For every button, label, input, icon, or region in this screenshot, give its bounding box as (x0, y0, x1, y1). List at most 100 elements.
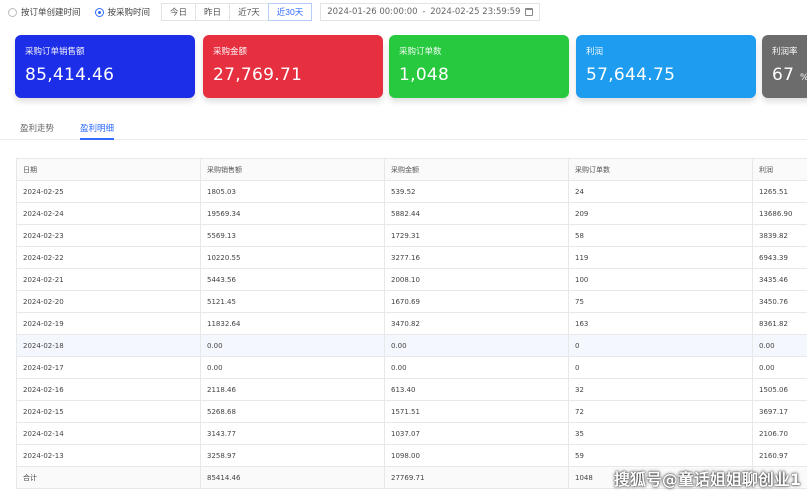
radio-label: 按采购时间 (107, 8, 151, 18)
cell-order-count: 58 (568, 224, 753, 247)
cell-order-count: 119 (568, 246, 753, 269)
kpi-value: 57,644.75 (586, 65, 676, 85)
kpi-label: 采购订单销售额 (25, 47, 85, 57)
range-yesterday-button[interactable]: 昨日 (195, 3, 231, 21)
table-row: 2024-02-17 0.00 0.00 0 0.00 (16, 356, 807, 379)
cell-date: 2024-02-24 (16, 202, 201, 225)
cell-sales: 2118.46 (200, 378, 385, 401)
cell-sales: 5121.45 (200, 290, 385, 313)
footer-label: 合计 (16, 466, 201, 489)
cell-profit: 0.00 (752, 334, 807, 357)
cell-profit: 1265.51 (752, 180, 807, 203)
table-row: 2024-02-25 1805.03 539.52 24 1265.51 (16, 180, 807, 203)
cell-order-count: 72 (568, 400, 753, 423)
cell-profit: 2106.70 (752, 422, 807, 445)
kpi-number: 67 (772, 65, 795, 85)
tab-profit-trend[interactable]: 盈利走势 (20, 118, 54, 139)
kpi-card-sales: 采购订单销售额 85,414.46 (15, 35, 195, 98)
cell-sales: 5268.68 (200, 400, 385, 423)
cell-purchase-amount: 1571.51 (384, 400, 569, 423)
table-row: 2024-02-13 3258.97 1098.00 59 2160.97 (16, 444, 807, 467)
tab-profit-detail[interactable]: 盈利明细 (80, 118, 115, 140)
cell-purchase-amount: 1037.07 (384, 422, 569, 445)
cell-profit: 13686.90 (752, 202, 807, 225)
cell-date: 2024-02-14 (16, 422, 201, 445)
kpi-value: 27,769.71 (213, 65, 303, 85)
date-range-picker[interactable]: 2024-01-26 00:00:00 - 2024-02-25 23:59:5… (320, 3, 541, 21)
cell-purchase-amount: 0.00 (384, 334, 569, 357)
radio-label: 按订单创建时间 (21, 8, 81, 18)
cell-date: 2024-02-23 (16, 224, 201, 247)
tab-bar: 盈利走势 盈利明细 (0, 118, 807, 140)
cell-date: 2024-02-19 (16, 312, 201, 335)
cell-sales: 5443.56 (200, 268, 385, 291)
cell-date: 2024-02-20 (16, 290, 201, 313)
watermark-text: 搜狐号@童话姐姐聊创业1 (613, 470, 801, 489)
filter-bar: 按订单创建时间 按采购时间 今日 昨日 近7天 近30天 2024-01-26 … (0, 0, 807, 24)
kpi-card-purchase-amount: 采购金额 27,769.71 (203, 35, 383, 98)
cell-profit: 6943.39 (752, 246, 807, 269)
cell-date: 2024-02-18 (16, 334, 201, 357)
cell-purchase-amount: 539.52 (384, 180, 569, 203)
table-row: 2024-02-23 5569.13 1729.31 58 3839.82 (16, 224, 807, 247)
table-row: 2024-02-18 0.00 0.00 0 0.00 (16, 334, 807, 357)
cell-sales: 5569.13 (200, 224, 385, 247)
cell-date: 2024-02-13 (16, 444, 201, 467)
cell-sales: 11832.64 (200, 312, 385, 335)
cell-date: 2024-02-16 (16, 378, 201, 401)
cell-date: 2024-02-21 (16, 268, 201, 291)
cell-purchase-amount: 1670.69 (384, 290, 569, 313)
cell-order-count: 59 (568, 444, 753, 467)
kpi-value: 85,414.46 (25, 65, 115, 85)
table-row: 2024-02-19 11832.64 3470.82 163 8361.82 (16, 312, 807, 335)
table-row: 2024-02-21 5443.56 2008.10 100 3435.46 (16, 268, 807, 291)
cell-profit: 0.00 (752, 356, 807, 379)
cell-date: 2024-02-22 (16, 246, 201, 269)
calendar-icon (525, 8, 534, 16)
cell-purchase-amount: 0.00 (384, 356, 569, 379)
table-row: 2024-02-15 5268.68 1571.51 72 3697.17 (16, 400, 807, 423)
cell-purchase-amount: 2008.10 (384, 268, 569, 291)
kpi-value: 67 % (772, 65, 807, 85)
radio-purchase-time[interactable]: 按采购时间 (94, 6, 151, 18)
cell-profit: 8361.82 (752, 312, 807, 335)
table-row: 2024-02-14 3143.77 1037.07 35 2106.70 (16, 422, 807, 445)
range-today-button[interactable]: 今日 (161, 3, 197, 21)
kpi-cards: 采购订单销售额 85,414.46 采购金额 27,769.71 采购订单数 1… (15, 35, 807, 99)
cell-order-count: 209 (568, 202, 753, 225)
kpi-label: 利润率 (772, 47, 798, 57)
footer-sales: 85414.46 (200, 466, 385, 489)
cell-sales: 19569.34 (200, 202, 385, 225)
kpi-label: 利润 (586, 47, 604, 57)
column-header-date[interactable]: 日期 (16, 158, 201, 181)
column-header-sales[interactable]: 采购销售额 (200, 158, 385, 181)
cell-sales: 3258.97 (200, 444, 385, 467)
column-header-profit[interactable]: 利润 (752, 158, 807, 181)
column-header-order-count[interactable]: 采购订单数 (568, 158, 753, 181)
column-header-purchase-amount[interactable]: 采购金额 (384, 158, 569, 181)
range-7days-button[interactable]: 近7天 (229, 3, 269, 21)
table-row: 2024-02-24 19569.34 5882.44 209 13686.90 (16, 202, 807, 225)
cell-profit: 3839.82 (752, 224, 807, 247)
table-row: 2024-02-20 5121.45 1670.69 75 3450.76 (16, 290, 807, 313)
radio-dot-icon (94, 7, 104, 17)
cell-profit: 3435.46 (752, 268, 807, 291)
radio-order-created-time[interactable]: 按订单创建时间 (8, 6, 81, 18)
date-start: 2024-01-26 00:00:00 (327, 7, 418, 17)
cell-date: 2024-02-25 (16, 180, 201, 203)
range-30days-button[interactable]: 近30天 (267, 3, 313, 21)
cell-sales: 0.00 (200, 356, 385, 379)
cell-order-count: 24 (568, 180, 753, 203)
table-body: 2024-02-25 1805.03 539.52 24 1265.51 2024-02-… (16, 180, 807, 467)
kpi-label: 采购金额 (213, 47, 248, 57)
data-table: 日期 采购销售额 采购金额 采购订单数 利润 2024-02-25 1805.03… (16, 158, 807, 489)
cell-profit: 3450.76 (752, 290, 807, 313)
radio-dot-icon (8, 7, 17, 17)
cell-profit: 3697.17 (752, 400, 807, 423)
cell-purchase-amount: 613.40 (384, 378, 569, 401)
cell-purchase-amount: 5882.44 (384, 202, 569, 225)
date-end: 2024-02-25 23:59:59 (430, 7, 521, 17)
table-row: 2024-02-16 2118.46 613.40 32 1505.06 (16, 378, 807, 401)
profit-detail-table: 日期 采购销售额 采购金额 采购订单数 利润 2024-02-25 1805.03… (16, 158, 807, 493)
cell-date: 2024-02-15 (16, 400, 201, 423)
